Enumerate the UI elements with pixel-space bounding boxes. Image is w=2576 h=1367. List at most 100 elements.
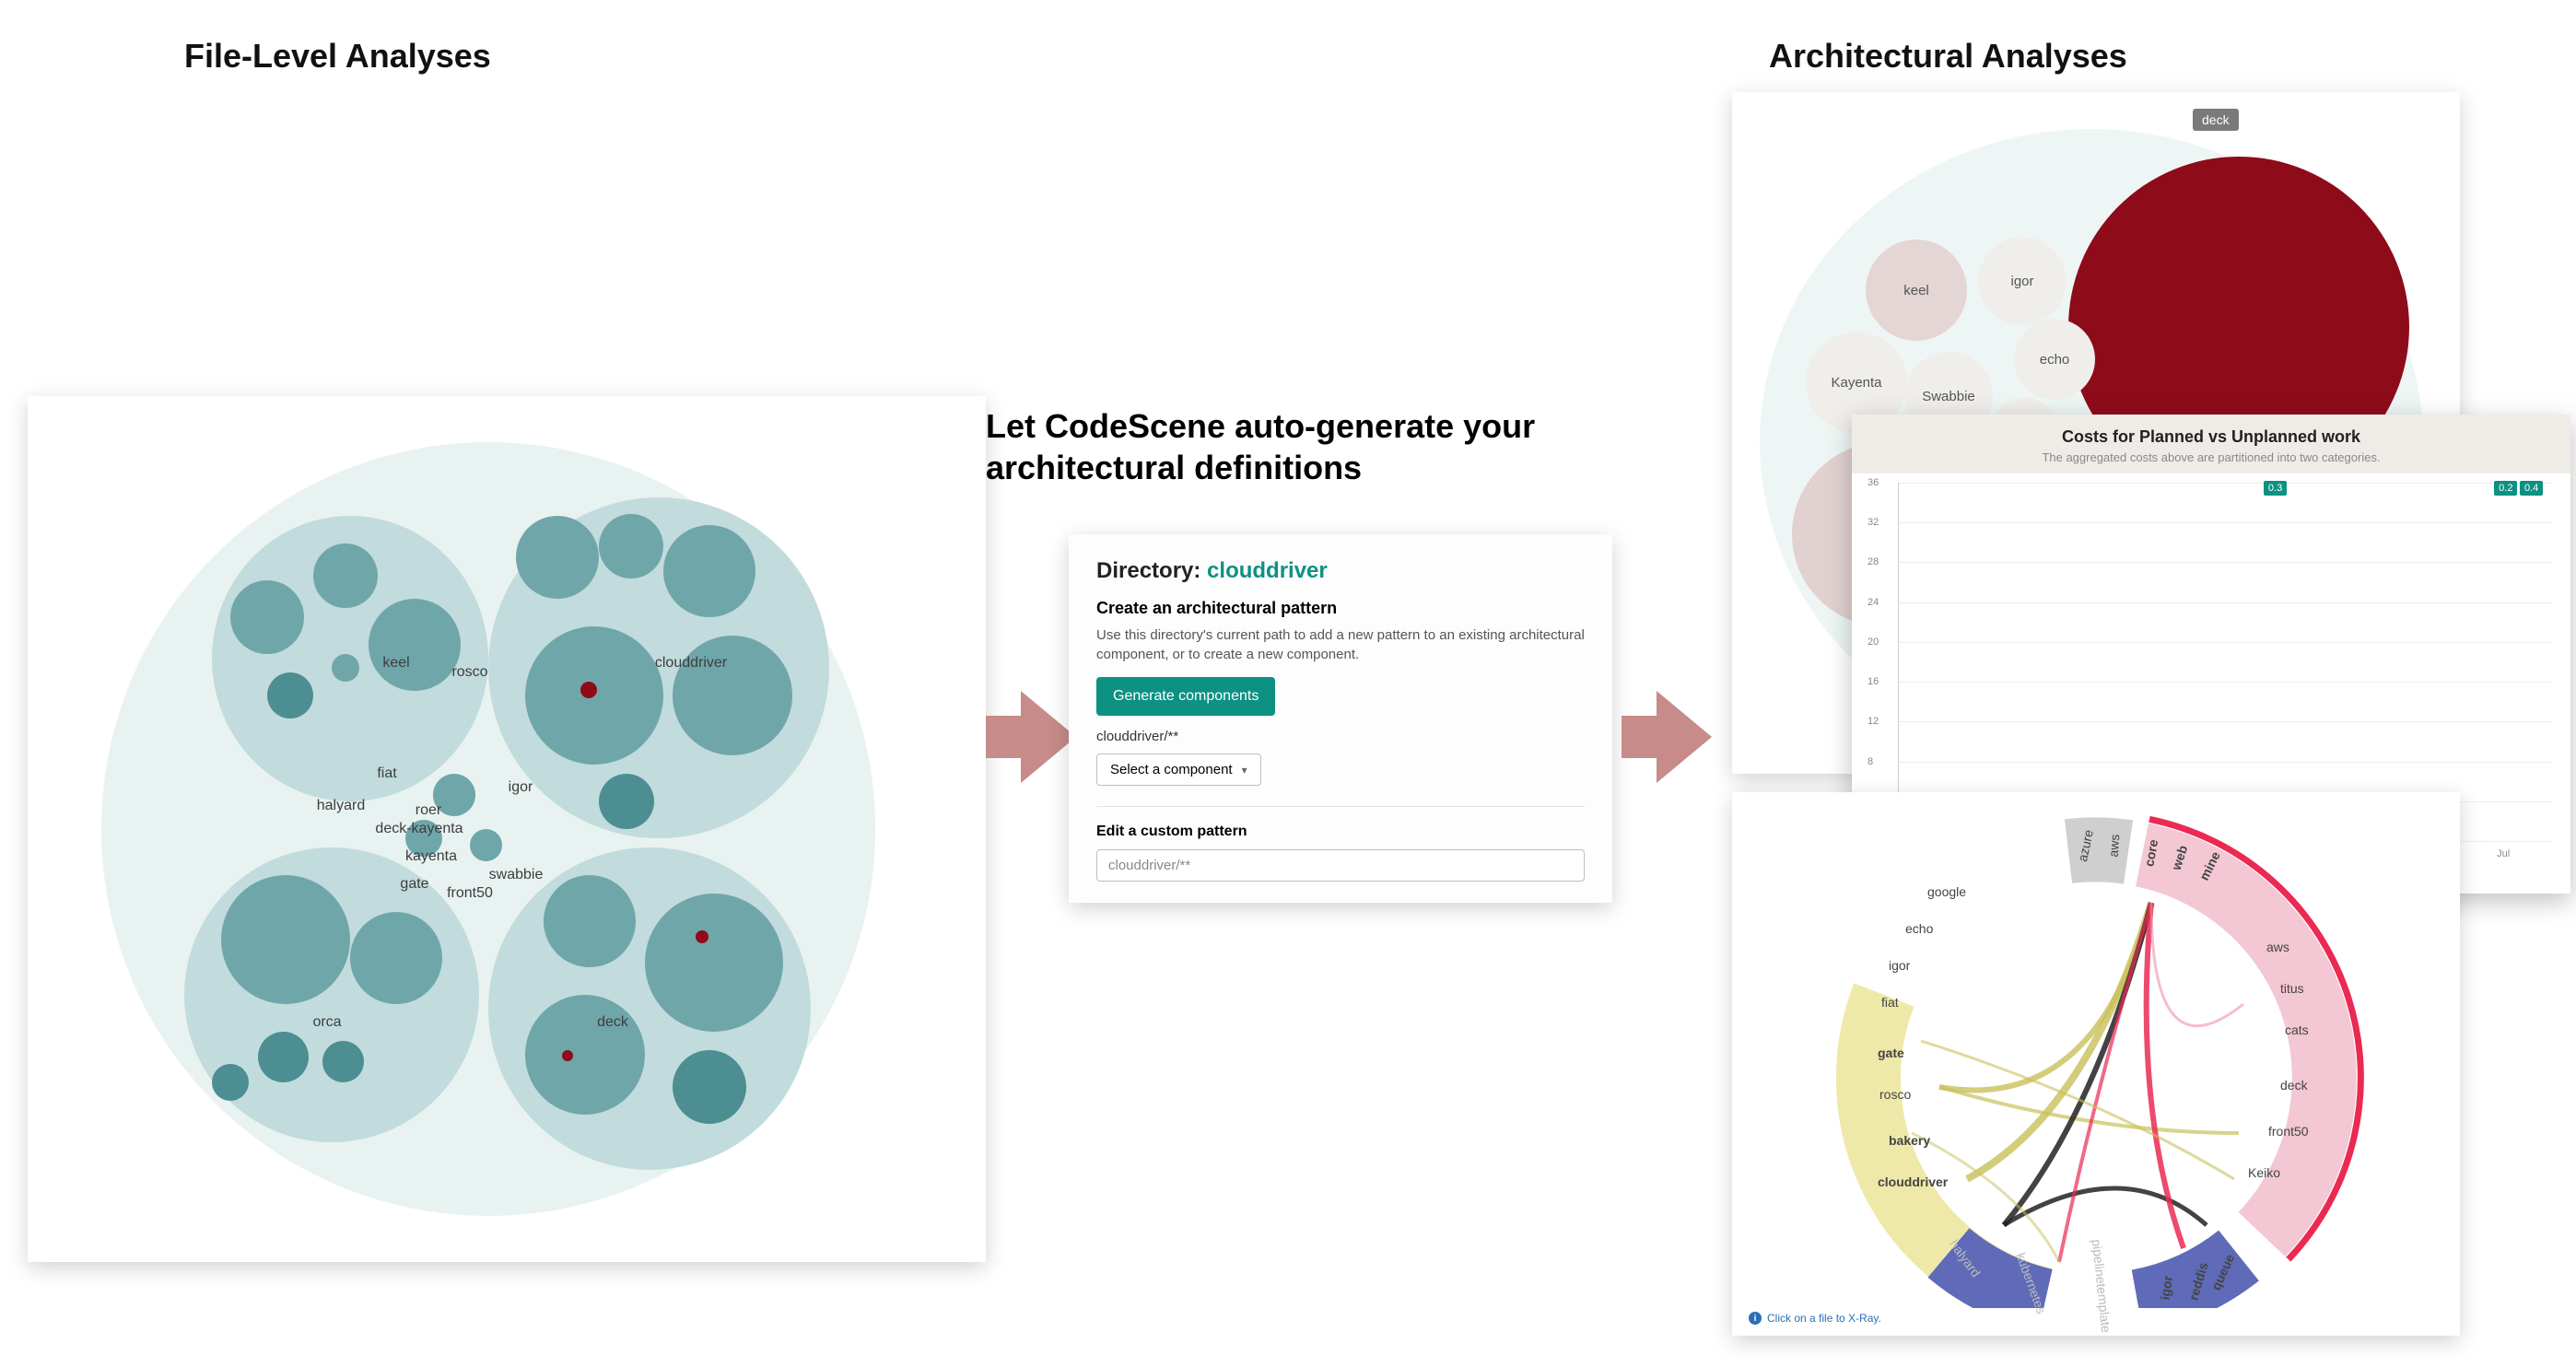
chord-label: deck	[2280, 1078, 2308, 1092]
chord-label: Keiko	[2248, 1165, 2280, 1180]
chord-label: cats	[2285, 1022, 2309, 1037]
chord-label: aws	[2266, 940, 2289, 954]
directory-name: clouddriver	[1207, 558, 1328, 583]
grid-line	[1899, 522, 2552, 523]
pack-node	[230, 580, 304, 654]
pack-node	[322, 1041, 364, 1082]
pack-label: keel	[382, 655, 409, 672]
file-level-panel: clouddriver keel rosco halyard fiat roer…	[28, 396, 986, 1262]
y-tick: 16	[1868, 676, 1879, 687]
arch-bubble-keel: keel	[1866, 240, 1967, 341]
select-component-dropdown[interactable]: Select a component ▾	[1096, 754, 1261, 786]
xray-hint: i Click on a file to X-Ray.	[1749, 1312, 1881, 1325]
pack-label: gate	[400, 876, 428, 893]
chart-grid: 04812162024283236Oct2019AprJulOct2020Apr…	[1898, 483, 2552, 842]
directory-prefix: Directory:	[1096, 558, 1207, 583]
pack-label: fiat	[377, 765, 396, 782]
chart-badge: 0.2	[2494, 481, 2517, 496]
chord-label: fiat	[1881, 995, 1899, 1010]
pack-label: clouddriver	[655, 655, 727, 672]
chord-link	[1967, 903, 2151, 1179]
pack-node	[313, 543, 378, 608]
pack-group-orca	[184, 847, 479, 1142]
chevron-down-icon: ▾	[1242, 764, 1247, 777]
chart-title: Costs for Planned vs Unplanned work	[1870, 427, 2552, 447]
divider	[1096, 806, 1585, 807]
directory-line: Directory: clouddriver	[1096, 558, 1585, 584]
create-pattern-title: Create an architectural pattern	[1096, 599, 1585, 618]
pack-label: kayenta	[405, 848, 457, 865]
chord-label: echo	[1905, 921, 1933, 936]
chord-label: google	[1927, 884, 1966, 899]
pack-group-keel	[212, 516, 488, 801]
pack-node	[212, 1064, 249, 1101]
pack-label: rosco	[451, 664, 487, 681]
pack-node	[673, 636, 792, 755]
heading-file-level: File-Level Analyses	[184, 37, 491, 76]
chart-badge: 0.3	[2264, 481, 2287, 496]
arch-bubble-echo: echo	[2014, 319, 2095, 400]
dependency-chord-panel: azure aws google echo igor fiat gate ros…	[1732, 792, 2460, 1336]
chord-label: igor	[1889, 958, 1910, 973]
chart-badge: 0.4	[2520, 481, 2543, 496]
chart-header: Costs for Planned vs Unplanned work The …	[1852, 415, 2570, 473]
y-tick: 8	[1868, 756, 1873, 767]
chord-label: aws	[2106, 834, 2123, 858]
hotspot-dot	[696, 930, 708, 943]
custom-pattern-input[interactable]: clouddriver/**	[1096, 849, 1585, 882]
pack-label: halyard	[317, 798, 365, 814]
pack-node	[332, 654, 359, 682]
y-tick: 28	[1868, 556, 1879, 567]
pack-node	[673, 1050, 746, 1124]
pack-label: orca	[312, 1014, 341, 1031]
pack-node	[544, 875, 636, 967]
pack-node	[599, 774, 654, 829]
y-tick: 36	[1868, 477, 1879, 488]
chord-label: bakery	[1889, 1133, 1930, 1148]
generate-components-panel: Directory: clouddriver Create an archite…	[1069, 534, 1612, 903]
pack-node	[470, 829, 502, 861]
pack-label: swabbie	[489, 867, 544, 883]
pack-node	[350, 912, 442, 1004]
grid-line	[1899, 721, 2552, 722]
heading-architectural: Architectural Analyses	[1769, 37, 2127, 76]
chord-label: titus	[2280, 981, 2304, 996]
chord-label: gate	[1878, 1046, 1904, 1060]
y-tick: 32	[1868, 517, 1879, 528]
pack-group-deck	[488, 847, 811, 1170]
grid-line	[1899, 762, 2552, 763]
chord-svg	[1769, 811, 2423, 1308]
pack-node	[599, 514, 663, 578]
pack-node	[663, 525, 755, 617]
pack-node	[258, 1032, 309, 1082]
grid-line	[1899, 682, 2552, 683]
info-icon: i	[1749, 1312, 1762, 1325]
hover-tag: deck	[2193, 109, 2239, 131]
chord-label: front50	[2268, 1124, 2309, 1139]
pack-node	[525, 626, 663, 765]
chart-subtitle: The aggregated costs above are partition…	[1870, 450, 2552, 464]
arch-bubble-igor: igor	[1978, 237, 2067, 325]
x-tick: Jul	[2497, 848, 2510, 859]
pack-node	[525, 995, 645, 1115]
edit-pattern-title: Edit a custom pattern	[1096, 824, 1585, 840]
grid-line	[1899, 562, 2552, 563]
pack-label: igor	[509, 779, 533, 796]
circle-pack-root: clouddriver keel rosco halyard fiat roer…	[101, 442, 875, 1216]
hotspot-dot	[562, 1050, 573, 1061]
generate-components-button[interactable]: Generate components	[1096, 677, 1275, 716]
pattern-text: clouddriver/**	[1096, 729, 1585, 744]
y-tick: 20	[1868, 637, 1879, 648]
pack-node	[645, 894, 783, 1032]
pack-label: deck-kayenta	[375, 821, 463, 837]
pack-label: front50	[447, 885, 493, 902]
pack-node	[369, 599, 461, 691]
grid-line	[1899, 642, 2552, 643]
y-tick: 24	[1868, 597, 1879, 608]
pack-label: deck	[597, 1014, 628, 1031]
create-pattern-desc: Use this directory's current path to add…	[1096, 625, 1585, 664]
hotspot-dot	[580, 682, 597, 698]
grid-line	[1899, 602, 2552, 603]
chord-label: rosco	[1879, 1087, 1911, 1102]
pack-node	[221, 875, 350, 1004]
